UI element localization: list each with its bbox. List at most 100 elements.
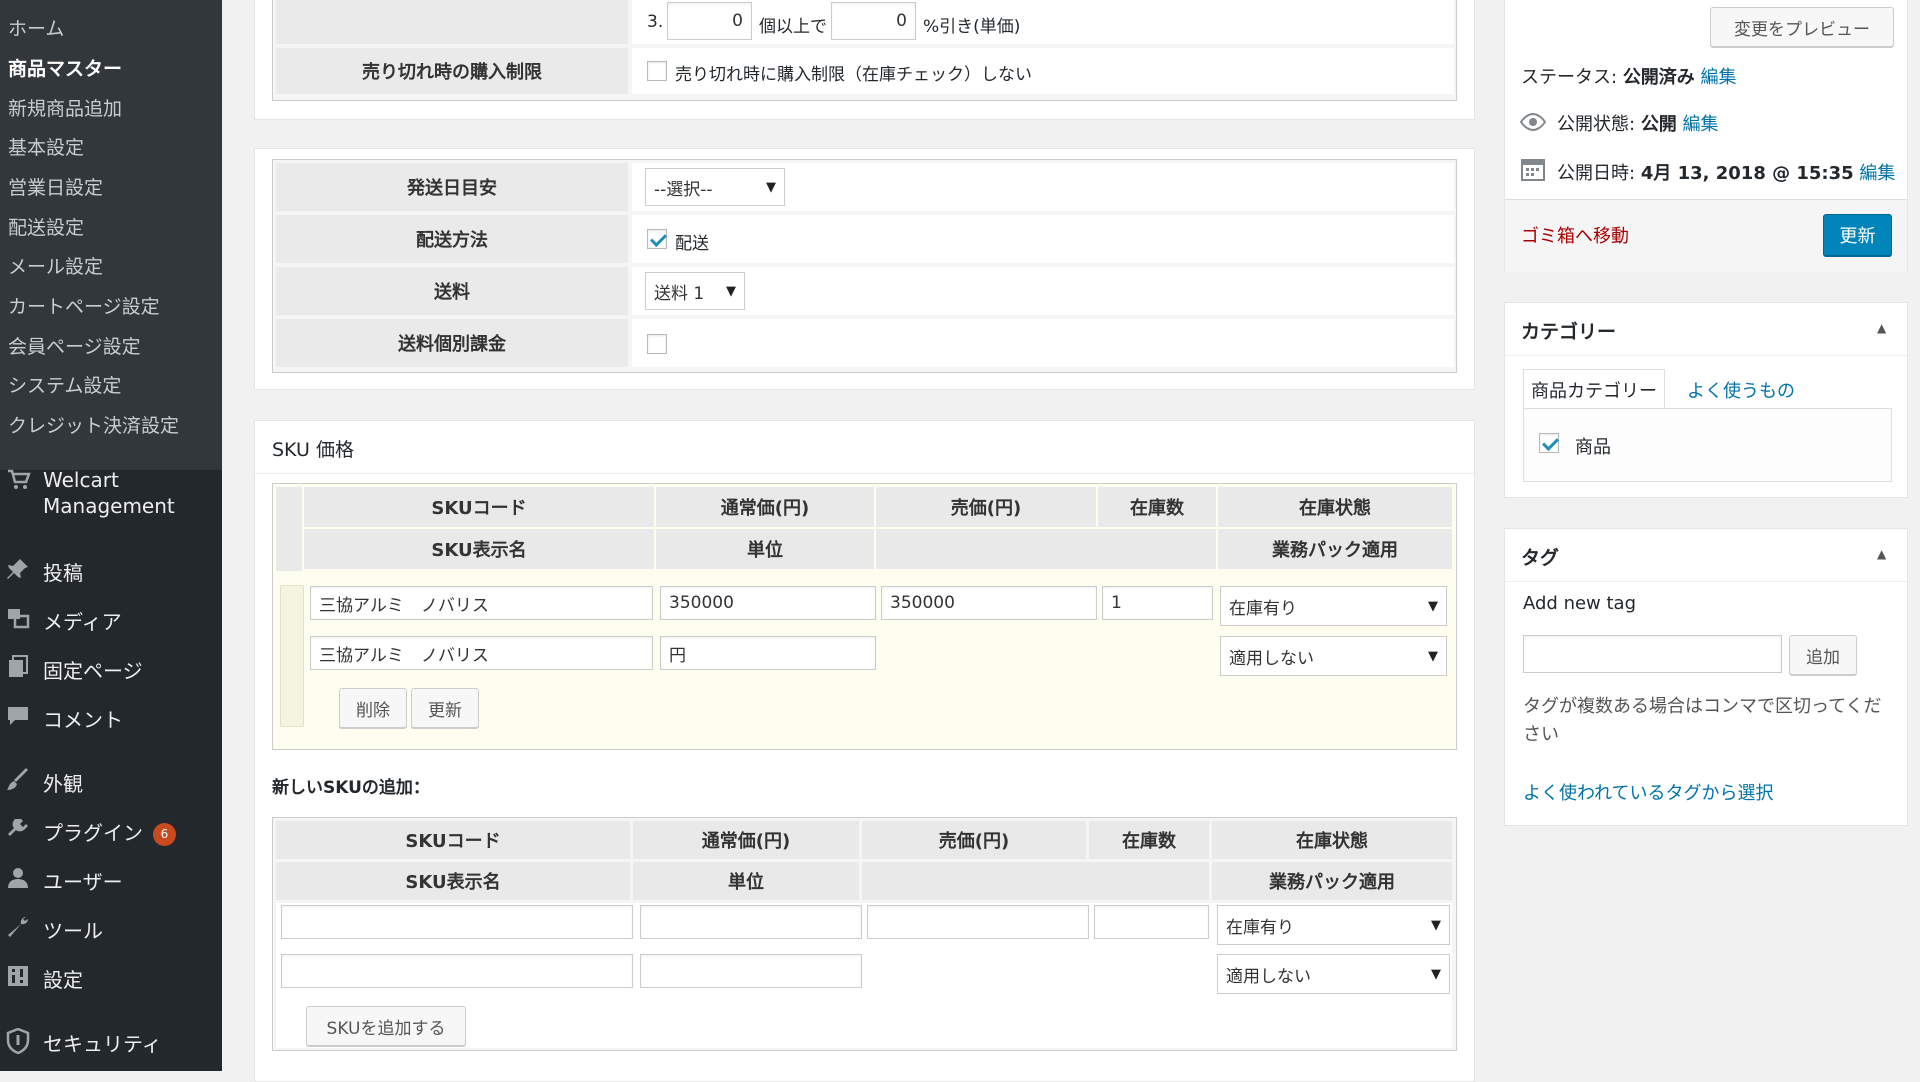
- publish-status-row: ステータス: 公開済み 編集: [1521, 63, 1737, 89]
- submenu-business-days[interactable]: 営業日設定: [8, 173, 103, 200]
- status-label: ステータス:: [1521, 67, 1618, 88]
- delivery-method-checkbox[interactable]: [647, 229, 667, 249]
- new-sku-status-select[interactable]: 在庫有り ▼: [1217, 905, 1450, 945]
- submenu-new-item[interactable]: 新規商品追加: [8, 94, 122, 121]
- submenu-item-master[interactable]: 商品マスター: [8, 54, 122, 81]
- visibility-label: 公開状態:: [1557, 114, 1636, 135]
- menu-welcart-label: Welcart Management: [43, 467, 175, 519]
- category-item-checkbox[interactable]: [1539, 433, 1559, 453]
- new-sku-header-status: 在庫状態: [1212, 821, 1452, 859]
- submenu-mail-settings[interactable]: メール設定: [8, 252, 103, 279]
- status-edit-link[interactable]: 編集: [1701, 67, 1737, 88]
- dropdown-arrow-icon: ▼: [1431, 917, 1441, 933]
- category-list: 商品: [1523, 408, 1892, 482]
- discount-pct-input[interactable]: 0: [831, 2, 916, 40]
- menu-users[interactable]: ユーザー: [0, 866, 222, 896]
- new-sku-header-unit: 単位: [633, 862, 859, 900]
- ship-date-value: --選択--: [654, 179, 713, 200]
- sku-header-status: 在庫状態: [1218, 487, 1452, 527]
- sku-display-name-input[interactable]: 三協アルミ ノバリス: [310, 636, 653, 670]
- submenu-cart-page[interactable]: カートページ設定: [8, 292, 160, 319]
- preview-changes-button[interactable]: 変更をプレビュー: [1710, 7, 1894, 47]
- sku-sale-price-input[interactable]: 350000: [881, 586, 1097, 620]
- plugins-update-badge: 6: [153, 823, 176, 846]
- status-value: 公開済み: [1622, 67, 1695, 88]
- sku-stock-input[interactable]: 1: [1102, 586, 1213, 620]
- add-tag-button[interactable]: 追加: [1789, 635, 1857, 675]
- add-sku-button[interactable]: SKUを追加する: [306, 1006, 466, 1046]
- new-sku-header-code: SKUコード: [276, 821, 630, 859]
- sku-code-input[interactable]: 三協アルミ ノバリス: [310, 586, 653, 620]
- sku-regular-price-input[interactable]: 350000: [660, 586, 876, 620]
- paintbrush-icon: [6, 768, 30, 792]
- sku-pack-select[interactable]: 適用しない ▼: [1220, 636, 1447, 676]
- menu-appearance[interactable]: 外観: [0, 768, 222, 798]
- menu-pages[interactable]: 固定ページ: [0, 655, 222, 685]
- shipping-fee-select[interactable]: 送料 1 ▼: [645, 272, 745, 310]
- sku-status-value: 在庫有り: [1229, 598, 1297, 619]
- item-options-box: 3. 0 個以上で 0 %引き(単価) 売り切れ時の購入制限 売り切れ時に購入制…: [254, 0, 1475, 120]
- menu-tools-label: ツール: [43, 919, 103, 943]
- eye-icon: [1519, 112, 1547, 136]
- sku-update-button[interactable]: 更新: [411, 688, 479, 728]
- new-sku-pack-value: 適用しない: [1226, 966, 1311, 987]
- settings-icon: [6, 964, 30, 988]
- menu-welcart-management[interactable]: Welcart Management: [0, 467, 222, 523]
- date-edit-link[interactable]: 編集: [1859, 163, 1895, 184]
- new-sku-stock-input[interactable]: [1094, 905, 1209, 939]
- tab-all-categories[interactable]: 商品カテゴリー: [1523, 369, 1665, 410]
- submenu-delivery-settings[interactable]: 配送設定: [8, 213, 84, 240]
- menu-security[interactable]: セキュリティ: [0, 1027, 222, 1058]
- submenu-basic-settings[interactable]: 基本設定: [8, 133, 84, 160]
- sku-row-drag-handle[interactable]: [280, 585, 304, 727]
- tag-box: タグ ▲ Add new tag 追加 タグが複数ある場合はコンマで区切ってくだ…: [1504, 528, 1908, 826]
- date-value: 4月 13, 2018 @ 15:35: [1640, 163, 1854, 184]
- update-button[interactable]: 更新: [1823, 214, 1892, 256]
- sku-status-select[interactable]: 在庫有り ▼: [1220, 586, 1447, 626]
- discount-value-cell: 3. 0 個以上で 0 %引き(単価): [632, 0, 1454, 44]
- new-tag-input[interactable]: [1523, 635, 1782, 673]
- visibility-edit-link[interactable]: 編集: [1683, 114, 1719, 135]
- move-to-trash-link[interactable]: ゴミ箱へ移動: [1521, 222, 1629, 248]
- collapse-arrow-icon[interactable]: ▲: [1877, 547, 1886, 561]
- sku-header-pack: 業務パック適用: [1218, 529, 1452, 569]
- submenu-member-page[interactable]: 会員ページ設定: [8, 332, 141, 359]
- new-sku-title: 新しいSKUの追加：: [272, 778, 430, 798]
- new-sku-unit-input[interactable]: [640, 954, 862, 988]
- discount-qty-input[interactable]: 0: [667, 2, 752, 40]
- menu-plugins[interactable]: プラグイン 6: [0, 817, 222, 847]
- new-sku-regular-price-input[interactable]: [640, 905, 862, 939]
- ship-date-select[interactable]: --選択-- ▼: [645, 168, 785, 206]
- submenu-credit-settings[interactable]: クレジット決済設定: [8, 411, 179, 438]
- menu-comments[interactable]: コメント: [0, 704, 222, 734]
- individual-shipping-checkbox[interactable]: [647, 334, 667, 354]
- menu-media[interactable]: メディア: [0, 606, 222, 636]
- menu-posts[interactable]: 投稿: [0, 557, 222, 587]
- new-sku-table: SKUコード 通常価(円) 売価(円) 在庫数 在庫状態 SKU表示名 単位 業…: [272, 817, 1457, 1051]
- dropdown-arrow-icon: ▼: [766, 179, 776, 195]
- sku-delete-button[interactable]: 削除: [339, 688, 407, 728]
- shipping-fee-cell: 送料 1 ▼: [632, 267, 1454, 315]
- wrench-icon: [6, 915, 30, 939]
- new-sku-pack-select[interactable]: 適用しない ▼: [1217, 954, 1450, 994]
- new-sku-status-value: 在庫有り: [1226, 917, 1294, 938]
- shipping-table: 発送日目安 --選択-- ▼ 配送方法 配送 送料 送料 1 ▼ 送料個別課金: [272, 159, 1457, 373]
- menu-tools[interactable]: ツール: [0, 915, 222, 945]
- choose-popular-tags-link[interactable]: よく使われているタグから選択: [1523, 779, 1774, 805]
- submenu-system-settings[interactable]: システム設定: [8, 371, 121, 398]
- new-sku-code-input[interactable]: [281, 905, 633, 939]
- new-sku-sale-price-input[interactable]: [867, 905, 1089, 939]
- soldout-checkbox[interactable]: [647, 61, 667, 81]
- submenu-home[interactable]: ホーム: [8, 14, 64, 41]
- discount-pct-suffix: %引き(単価): [923, 17, 1021, 37]
- shipping-fee-label: 送料: [276, 267, 628, 315]
- menu-settings[interactable]: 設定: [0, 964, 222, 994]
- sku-header-display-name: SKU表示名: [304, 529, 654, 569]
- cart-icon: [6, 467, 31, 491]
- sku-unit-input[interactable]: 円: [660, 636, 876, 670]
- tab-most-used[interactable]: よく使うもの: [1687, 377, 1795, 403]
- menu-pages-label: 固定ページ: [43, 659, 143, 683]
- collapse-arrow-icon[interactable]: ▲: [1877, 321, 1886, 335]
- new-sku-display-name-input[interactable]: [281, 954, 633, 988]
- sku-header-regular-price: 通常価(円): [656, 487, 874, 527]
